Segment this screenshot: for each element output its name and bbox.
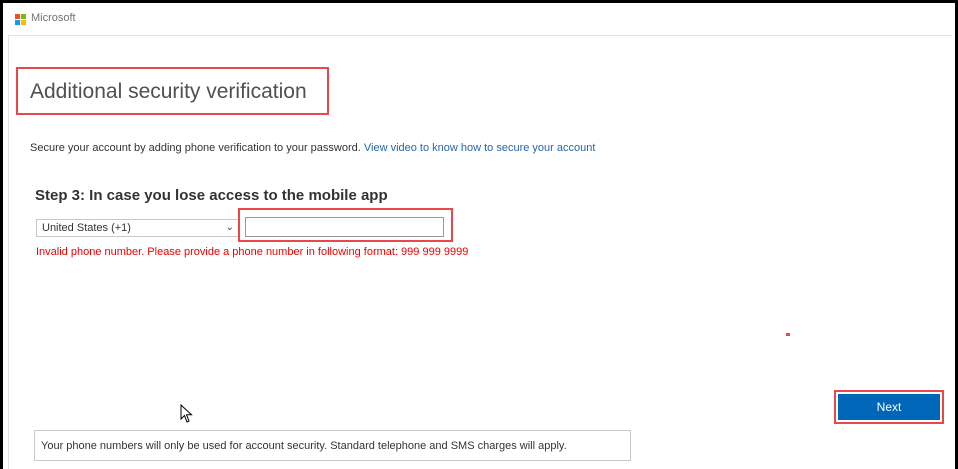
next-button[interactable]: Next [838, 394, 940, 420]
country-selected-value: United States (+1) [42, 222, 131, 234]
phone-number-input[interactable] [245, 217, 444, 237]
country-code-select[interactable]: United States (+1) ⌄ [36, 219, 239, 237]
phone-usage-notice: Your phone numbers will only be used for… [34, 430, 631, 461]
page-title: Additional security verification [30, 80, 307, 103]
video-link[interactable]: View video to know how to secure your ac… [364, 142, 596, 154]
step-heading: Step 3: In case you lose access to the m… [35, 187, 388, 204]
error-message: Invalid phone number. Please provide a p… [36, 246, 469, 258]
content-border [8, 35, 9, 469]
annotation-dot [786, 333, 790, 336]
mouse-pointer-icon [180, 404, 193, 423]
intro-text: Secure your account by adding phone veri… [30, 142, 595, 154]
microsoft-logo-icon [15, 14, 27, 26]
brand-name: Microsoft [31, 12, 76, 24]
header-bar: Microsoft [8, 3, 952, 36]
chevron-down-icon: ⌄ [225, 222, 234, 233]
intro-description: Secure your account by adding phone veri… [30, 142, 361, 154]
